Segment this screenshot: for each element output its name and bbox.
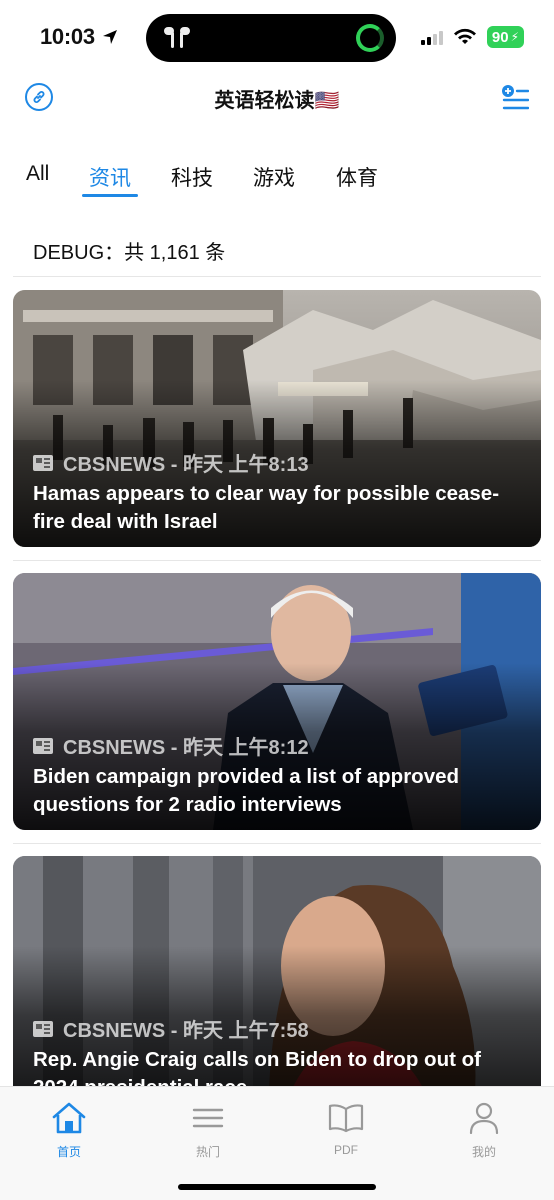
status-time: 10:03: [40, 24, 119, 50]
article-meta: CBSNEWS - 昨天 上午8:12: [33, 731, 309, 760]
article-source-time: CBSNEWS - 昨天 上午8:13: [63, 454, 309, 476]
menu-lines-icon: [192, 1108, 224, 1128]
article-card[interactable]: CBSNEWS - 昨天 上午8:12 Biden campaign provi…: [13, 573, 541, 830]
tab-news[interactable]: 资讯: [89, 162, 131, 192]
book-icon: [328, 1104, 364, 1133]
newspaper-icon: [33, 1020, 53, 1037]
nav-bar: 英语轻松读🇺🇸: [0, 76, 554, 120]
airpods-icon: [164, 27, 190, 48]
tab-sports[interactable]: 体育: [336, 162, 378, 192]
article-meta: CBSNEWS - 昨天 上午7:58: [33, 1014, 309, 1043]
article-card[interactable]: CBSNEWS - 昨天 上午8:13 Hamas appears to cle…: [13, 290, 541, 547]
divider: [13, 560, 541, 561]
list-add-icon: [502, 85, 530, 110]
article-meta: CBSNEWS - 昨天 上午8:13: [33, 448, 309, 477]
tabbar-pdf[interactable]: PDF: [306, 1101, 386, 1157]
tab-games[interactable]: 游戏: [253, 162, 295, 192]
tab-tech[interactable]: 科技: [171, 162, 213, 192]
article-source-time: CBSNEWS - 昨天 上午7:58: [63, 1020, 309, 1042]
tabbar-popular[interactable]: 热门: [168, 1101, 248, 1160]
article-headline: Hamas appears to clear way for possible …: [33, 482, 500, 533]
category-tabs: All 资讯 科技 游戏 体育: [0, 162, 554, 202]
page-title: 英语轻松读🇺🇸: [214, 90, 340, 112]
newspaper-icon: [33, 454, 53, 471]
newspaper-icon: [33, 737, 53, 754]
status-time-text: 10:03: [40, 24, 95, 49]
status-bar: 10:03 90 ⚡: [0, 0, 554, 76]
home-icon: [52, 1102, 86, 1134]
bottom-tab-bar: 首页 热门 PDF 我的: [0, 1086, 554, 1200]
location-arrow-icon: [102, 30, 117, 44]
person-icon: [469, 1102, 499, 1134]
debug-count: DEBUG：共 1,161 条: [33, 242, 226, 264]
divider: [13, 843, 541, 844]
activity-ring-icon: [356, 24, 384, 52]
dynamic-island: [146, 14, 396, 62]
tabbar-home[interactable]: 首页: [29, 1101, 109, 1160]
tab-all[interactable]: All: [26, 162, 49, 186]
battery-level: 90: [491, 28, 509, 46]
tabbar-profile[interactable]: 我的: [444, 1101, 524, 1160]
status-indicators: 90 ⚡: [420, 26, 524, 48]
cellular-signal-icon: [420, 29, 443, 45]
active-tab-indicator: [82, 194, 138, 197]
article-source-time: CBSNEWS - 昨天 上午8:12: [63, 737, 309, 759]
wifi-icon: [453, 28, 476, 44]
divider: [13, 276, 541, 277]
charging-bolt-icon: ⚡: [510, 30, 519, 44]
battery-indicator: 90 ⚡: [486, 26, 524, 48]
tabbar-profile-label: 我的: [471, 1145, 496, 1159]
tabbar-pdf-label: PDF: [334, 1143, 358, 1157]
tabbar-home-label: 首页: [56, 1145, 81, 1159]
home-indicator: [178, 1184, 376, 1190]
article-card[interactable]: CBSNEWS - 昨天 上午7:58 Rep. Angie Craig cal…: [13, 856, 541, 1113]
tabbar-popular-label: 热门: [195, 1145, 220, 1159]
article-headline: Biden campaign provided a list of approv…: [33, 765, 460, 816]
add-list-button[interactable]: [501, 84, 530, 117]
